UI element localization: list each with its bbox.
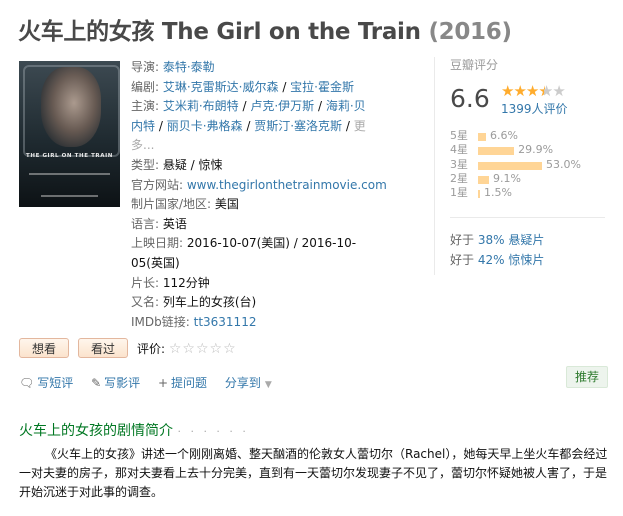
cast-link[interactable]: 贾斯汀·塞洛克斯 [254,119,342,133]
aka-value: 列车上的女孩(台) [162,295,257,310]
rating-row: 3星 53.0% [450,158,610,172]
movie-year: (2016) [428,19,512,45]
better-prefix: 好于 [450,233,478,247]
rating-star-label: 5星 [450,129,468,142]
cast-link[interactable]: 卢克·伊万斯 [250,99,314,113]
page-title: 火车上的女孩 The Girl on the Train (2016) [18,12,512,46]
genre-label: 类型: [131,157,163,172]
rating-star-label: 4星 [450,143,468,157]
language-value: 英语 [162,216,187,231]
rate-stars[interactable]: ☆☆☆☆☆ [169,341,237,357]
official-site-link[interactable]: www.thegirlonthetrainmovie.com [187,178,387,192]
write-short-review-link[interactable]: 写短评 [37,376,73,390]
writer-link[interactable]: 宝拉·霍金斯 [290,80,354,94]
star-empty-icon: ★ [552,82,565,100]
rating-star-label: 2星 [450,171,468,185]
rating-bar [478,147,515,156]
star-icon: ★★★ [501,82,539,100]
cast-link[interactable]: 丽贝卡·弗格森 [167,119,243,133]
genre-value: 悬疑 / 惊悚 [162,157,223,172]
movie-info: 导演: 泰特·泰勒 编剧: 艾琳·克雷斯达·威尔森 / 宝拉·霍金斯 主演: 艾… [131,60,387,329]
poster-release-line [41,195,98,197]
rating-row: 1星 1.5% [450,186,610,200]
synopsis-heading: 火车上的女孩的剧情简介 · · · · · · [19,420,249,440]
rating-separator [450,217,605,218]
rating-pct: 53.0% [546,157,581,171]
rating-row: 2星 9.1% [450,172,610,186]
rating-distribution: 5星 6.6% 4星 29.9% 3星 53.0% 2星 9.1% 1星 1.5% [450,129,610,200]
poster-face [41,67,101,147]
runtime-label: 片长: [131,275,163,290]
rate-label: 评价: [137,342,166,356]
synopsis-text: 《火车上的女孩》讲述一个刚刚离婚、整天酗酒的伦敦女人蕾切尔（Rachel），她每… [19,447,608,499]
language-label: 语言: [131,216,163,231]
country-value: 美国 [214,197,239,212]
site-label: 官方网站: [131,177,187,192]
rating-star-label: 1星 [450,186,468,200]
rating-label: 豆瓣评分 [450,58,499,72]
action-toolbar: 🗨 写短评 ✎ 写影评 + 提问题 分享到 ▼ [19,374,275,391]
better-than-suspense: 好于 38% 悬疑片 [450,230,544,250]
better-than-thriller-link[interactable]: 42% 惊悚片 [478,253,545,267]
rating-pct: 29.9% [518,143,554,157]
rating-row: 4星 29.9% [450,143,610,157]
votes-link[interactable]: 1399人评价 [501,102,568,116]
comment-icon: 🗨 [19,376,35,390]
rating-bar [478,133,486,141]
recommend-button[interactable]: 推荐 [566,366,609,388]
chevron-down-icon[interactable]: ▼ [265,380,272,390]
rating-pct: 1.5% [484,186,512,200]
ask-question-link[interactable]: 提问题 [171,376,207,390]
cast-link[interactable]: 艾米莉·布朗特 [163,99,239,113]
rate-widget: 评价: ☆☆☆☆☆ [137,340,237,357]
pencil-icon: ✎ [91,376,102,390]
rating-stars: ★★★★★★ [501,82,566,100]
movie-title: 火车上的女孩 The Girl on the Train [18,19,421,45]
rating-divider [434,57,435,275]
synopsis-title: 火车上的女孩的剧情简介 [19,423,173,439]
rating-pct: 6.6% [489,129,518,142]
better-prefix: 好于 [450,253,478,267]
rating-row: 5星 6.6% [450,129,610,143]
rating-pct: 9.1% [492,171,521,185]
rating-star-label: 3星 [450,157,468,171]
plus-icon: + [157,376,169,390]
imdb-link[interactable]: tt3631112 [194,315,257,329]
rating-score: 6.6 [450,84,490,113]
movie-poster[interactable]: THE GIRL ON THE TRAIN [19,61,120,207]
runtime-value: 112分钟 [162,275,210,290]
country-label: 制片国家/地区: [131,197,215,212]
aka-label: 又名: [131,295,163,310]
release-label: 上映日期: [131,236,187,251]
rating-bar [478,175,489,184]
synopsis-dots: · · · · · · [177,425,249,438]
rating-bar [478,190,480,199]
poster-tagline [29,173,110,175]
rating-bar [478,161,542,170]
writer-label: 编剧: [131,79,163,94]
imdb-label: IMDb链接: [131,314,194,329]
director-label: 导演: [131,60,163,74]
share-link[interactable]: 分享到 [225,376,261,390]
watched-button[interactable]: 看过 [78,338,128,358]
better-than-suspense-link[interactable]: 38% 悬疑片 [478,233,545,247]
director-link[interactable]: 泰特·泰勒 [163,60,215,74]
better-than-thriller: 好于 42% 惊悚片 [450,250,544,270]
poster-title: THE GIRL ON THE TRAIN [26,153,113,159]
write-review-link[interactable]: 写影评 [104,376,140,390]
writer-link[interactable]: 艾琳·克雷斯达·威尔森 [163,80,279,94]
want-to-watch-button[interactable]: 想看 [19,338,69,358]
cast-label: 主演: [131,99,163,114]
rating-panel: 豆瓣评分 6.6 ★★★★★★ 1399人评价 5星 6.6% 4星 29.9% 3… [450,56,605,199]
